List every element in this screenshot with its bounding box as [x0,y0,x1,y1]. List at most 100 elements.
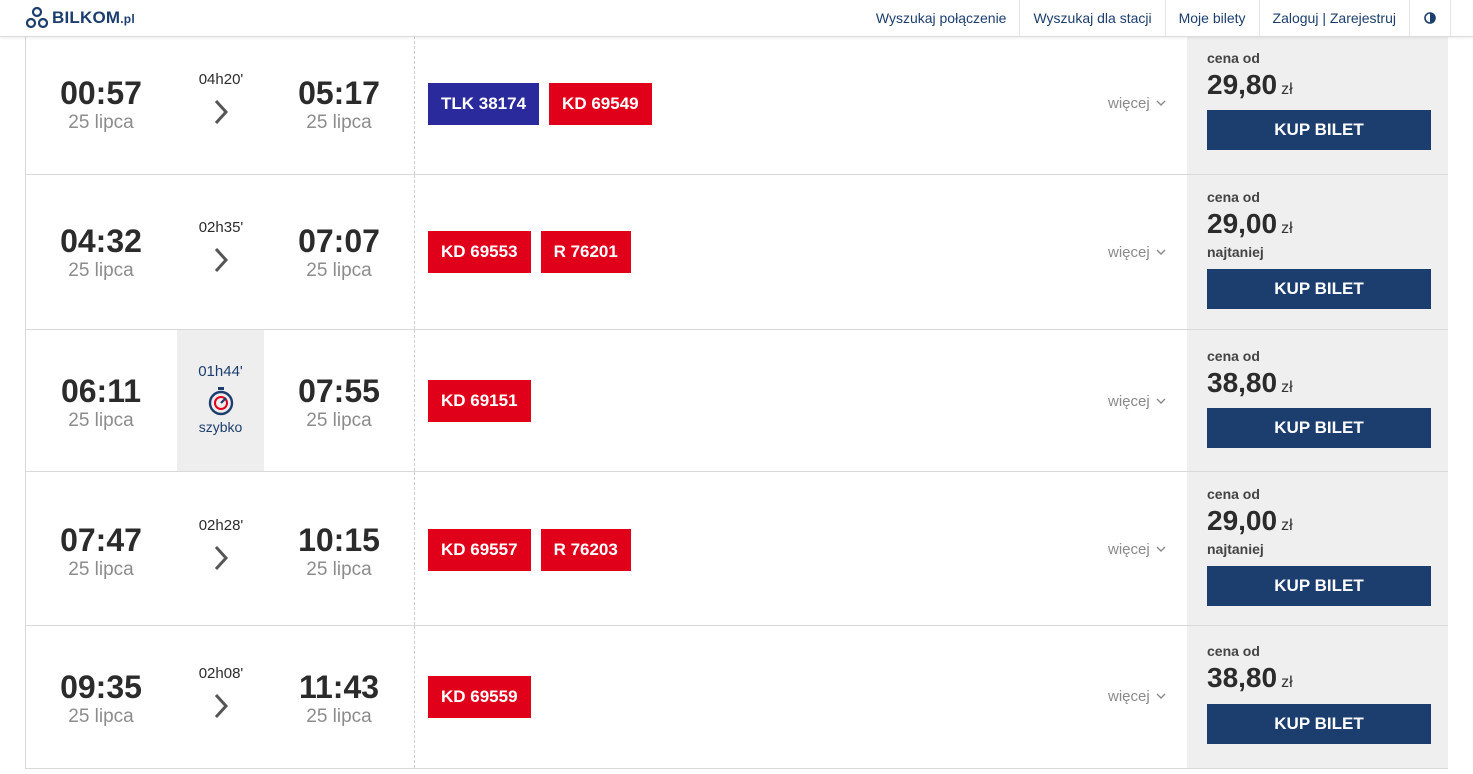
duration-text: 02h08' [198,665,244,682]
more-label: więcej [1108,95,1150,112]
price-box: cena od 29,00 zł najtaniej KUP BILET [1187,472,1448,625]
buy-ticket-button[interactable]: KUP BILET [1207,704,1431,744]
divider [414,472,415,625]
departure: 00:57 25 lipca [26,75,176,135]
divider [414,175,415,329]
connection-row[interactable]: 07:47 25 lipca 02h28' 10:15 25 lipca KD … [26,472,1448,626]
bilkom-logo[interactable]: BILKOM.pl [26,5,135,31]
cheapest-label: najtaniej [1207,541,1264,557]
arrival-time: 07:07 [298,223,380,259]
train-badge[interactable]: KD 69151 [428,380,531,422]
departure-time: 04:32 [60,223,142,259]
train-badge[interactable]: R 76203 [540,529,631,571]
train-list: KD 69553 R 76201 [428,231,631,273]
duration-text: 04h20' [198,71,244,88]
departure-time: 07:47 [60,522,142,558]
arrival-time: 10:15 [298,522,380,558]
nav-search-station[interactable]: Wyszukaj dla stacji [1019,0,1164,36]
departure-date: 25 lipca [68,260,134,281]
departure-time: 06:11 [60,373,142,409]
chevron-down-icon [1156,546,1166,552]
buy-ticket-button[interactable]: KUP BILET [1207,408,1431,448]
logo-text: BILKOM.pl [52,8,135,27]
train-badge[interactable]: TLK 38174 [428,83,540,125]
fast-label: szybko [198,419,243,435]
fast-connection-badge: 01h44' szybko [177,330,264,471]
nav-search-connection[interactable]: Wyszukaj połączenie [863,0,1020,36]
train-badge[interactable]: KD 69553 [428,231,531,273]
train-list: KD 69559 [428,676,531,718]
arrival-date: 25 lipca [306,112,372,133]
duration: 02h35' [178,218,264,274]
arrival-time: 11:43 [298,669,380,705]
arrival-time: 05:17 [298,75,380,111]
nav-login-register[interactable]: Zaloguj | Zarejestruj [1258,0,1409,36]
departure-time: 00:57 [60,75,142,111]
duration: 04h20' [178,70,264,126]
divider [414,330,415,471]
duration-text: 01h44' [198,363,243,380]
arrival: 07:07 25 lipca [264,223,414,283]
duration-text: 02h28' [198,517,244,534]
chevron-right-icon [214,693,229,719]
chevron-down-icon [1156,693,1166,699]
departure-date: 25 lipca [68,112,134,133]
price-from-label: cena od [1207,486,1260,502]
more-button[interactable]: więcej [1108,95,1166,112]
chevron-right-icon [214,247,229,273]
arrival: 11:43 25 lipca [264,669,414,729]
departure: 04:32 25 lipca [26,223,176,283]
train-badge[interactable]: KD 69557 [428,529,531,571]
connection-row[interactable]: 09:35 25 lipca 02h08' 11:43 25 lipca KD … [26,626,1448,769]
buy-ticket-button[interactable]: KUP BILET [1207,566,1431,606]
price: 29,80 zł [1207,69,1293,100]
connection-row[interactable]: 00:57 25 lipca 04h20' 05:17 25 lipca TLK… [26,36,1448,175]
departure-date: 25 lipca [68,706,134,727]
buy-ticket-button[interactable]: KUP BILET [1207,269,1431,309]
contrast-icon [1424,12,1436,24]
contrast-toggle[interactable] [1409,0,1451,36]
buy-ticket-button[interactable]: KUP BILET [1207,110,1431,150]
stopwatch-icon [208,387,233,416]
departure: 09:35 25 lipca [26,669,176,729]
nav-my-tickets[interactable]: Moje bilety [1164,0,1259,36]
price-box: cena od 38,80 zł KUP BILET [1187,626,1448,768]
divider [414,36,415,174]
connection-row[interactable]: 04:32 25 lipca 02h35' 07:07 25 lipca KD … [26,175,1448,330]
train-badge[interactable]: R 76201 [540,231,631,273]
duration: 02h08' [178,664,264,720]
price: 29,00 zł [1207,505,1293,536]
departure: 06:11 25 lipca [26,373,176,433]
more-button[interactable]: więcej [1108,688,1166,705]
chevron-down-icon [1156,100,1166,106]
chevron-down-icon [1156,249,1166,255]
logo-icon [26,7,48,29]
departure-time: 09:35 [60,669,142,705]
more-button[interactable]: więcej [1108,393,1166,410]
more-label: więcej [1108,541,1150,558]
more-label: więcej [1108,688,1150,705]
connections-list: 00:57 25 lipca 04h20' 05:17 25 lipca TLK… [25,36,1448,769]
departure: 07:47 25 lipca [26,522,176,582]
price: 29,00 zł [1207,208,1293,239]
train-badge[interactable]: KD 69549 [549,83,652,125]
chevron-right-icon [214,99,229,125]
duration-text: 02h35' [198,219,244,236]
arrival-date: 25 lipca [306,706,372,727]
arrival: 07:55 25 lipca [264,373,414,433]
more-button[interactable]: więcej [1108,541,1166,558]
main-nav: Wyszukaj połączenie Wyszukaj dla stacji … [863,0,1451,36]
price-box: cena od 38,80 zł KUP BILET [1187,330,1448,471]
more-button[interactable]: więcej [1108,244,1166,261]
chevron-right-icon [214,545,229,571]
more-label: więcej [1108,244,1150,261]
price-from-label: cena od [1207,189,1260,205]
train-badge[interactable]: KD 69559 [428,676,531,718]
price-from-label: cena od [1207,643,1260,659]
train-list: KD 69557 R 76203 [428,529,631,571]
arrival-date: 25 lipca [306,260,372,281]
arrival-date: 25 lipca [306,559,372,580]
connection-row[interactable]: 06:11 25 lipca 01h44' szybko 07:55 25 li… [26,330,1448,472]
arrival-time: 07:55 [298,373,380,409]
price-box: cena od 29,00 zł najtaniej KUP BILET [1187,175,1448,329]
